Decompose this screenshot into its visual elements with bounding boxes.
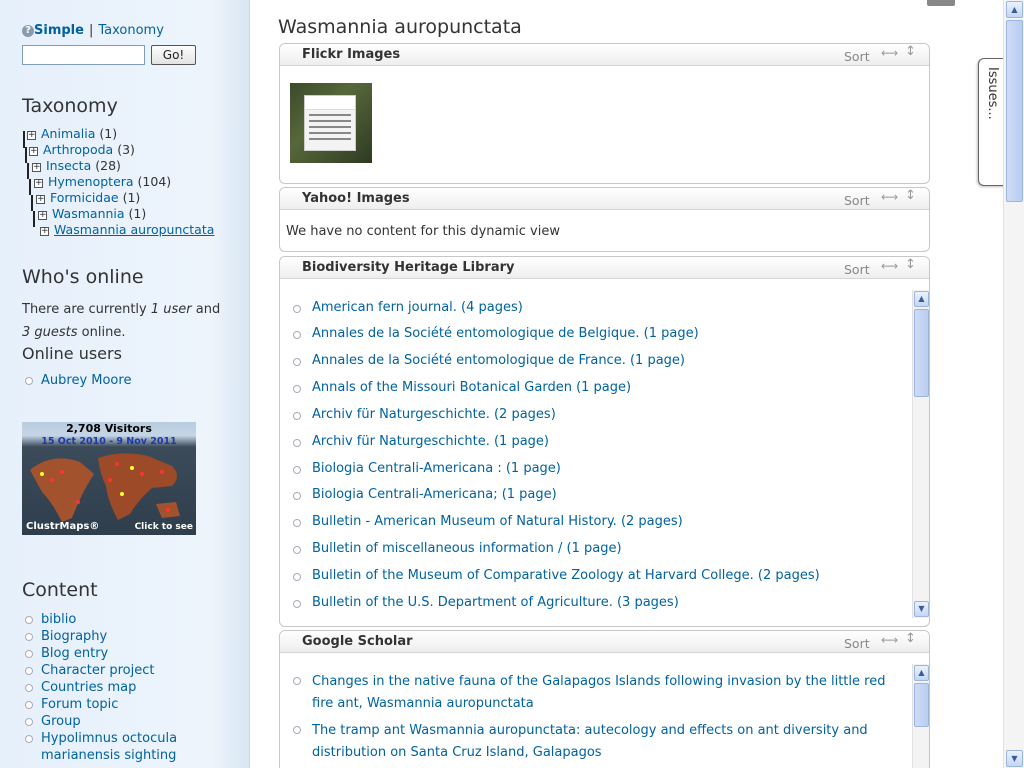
scholar-item[interactable]: Changes in the native fauna of the Galap… [293,671,893,715]
scroll-up-icon[interactable]: ▲ [1006,1,1023,18]
help-icon[interactable]: ? [22,25,34,37]
panel-header[interactable]: Flickr Images Sort ⟷ ↕ [280,44,929,66]
scholar-panel: Google Scholar Sort ⟷ ↕ Changes in the n… [279,630,930,768]
resize-horizontal-icon[interactable]: ⟷ [881,46,898,60]
left-sidebar: ? Simple | Taxonomy Go! Taxonomy + Animalia … [0,0,250,768]
content-item[interactable]: Forum topic [22,696,212,713]
taxonomy-view-link[interactable]: Taxonomy [98,23,164,38]
taxonomy-block-title: Taxonomy [22,95,118,117]
expand-plus-icon[interactable]: + [36,195,45,204]
resize-vertical-icon[interactable]: ↕ [905,44,916,59]
page-title: Wasmannia auropunctata [278,16,522,38]
switcher-separator: | [88,23,94,38]
panel-header[interactable]: Yahoo! Images Sort ⟷ ↕ [280,188,929,210]
taxonomy-item-hymenoptera[interactable]: + Hymenoptera (104) [34,174,171,190]
world-map-icon [30,453,180,522]
resize-vertical-icon[interactable]: ↕ [905,257,916,272]
scholar-scrollbar[interactable]: ▲ [912,664,929,768]
online-users-title: Online users [22,344,122,363]
content-item[interactable]: Countries map [22,679,212,696]
bhl-item[interactable]: American fern journal. (4 pages) [293,300,523,315]
panel-title: Google Scholar [302,634,413,649]
expand-plus-icon[interactable]: + [29,147,38,156]
bhl-item[interactable]: Annals of the Missouri Botanical Garden … [293,380,631,395]
click-to-see-label: Click to see [134,522,193,532]
content-type-list: biblio Biography Blog entry Character pr… [22,611,212,764]
panel-header[interactable]: Biodiversity Heritage Library Sort ⟷ ↕ [280,257,929,279]
resize-horizontal-icon[interactable]: ⟷ [881,190,898,204]
resize-horizontal-icon[interactable]: ⟷ [881,259,898,273]
content-item[interactable]: Biography [22,628,212,645]
content-item[interactable]: Character project [22,662,212,679]
scroll-down-icon[interactable]: ▼ [1006,750,1023,767]
online-user-item[interactable]: Aubrey Moore [22,372,131,389]
sort-link[interactable]: Sort [844,193,870,208]
bhl-item[interactable]: Archiv für Naturgeschichte. (1 page) [293,434,549,449]
content-item[interactable]: Group [22,713,212,730]
expand-plus-icon[interactable]: + [32,163,41,172]
issues-tab[interactable]: Issues... [978,58,1006,186]
resize-horizontal-icon[interactable]: ⟷ [881,633,898,647]
taxonomy-item-insecta[interactable]: + Insecta (28) [32,158,121,174]
taxonomy-item-animalia[interactable]: + Animalia (1) [27,126,117,142]
bhl-panel: Biodiversity Heritage Library Sort ⟷ ↕ A… [279,256,930,627]
bhl-item[interactable]: Biologia Centrali-Americana; (1 page) [293,487,557,502]
bhl-item[interactable]: Bulletin - American Museum of Natural Hi… [293,514,683,529]
content-item[interactable]: Hypolimnus octocula marianensis sighting [22,730,212,764]
bhl-item[interactable]: Annales de la Société entomologique de B… [293,326,699,341]
scroll-down-icon[interactable]: ▼ [914,601,929,617]
bhl-item[interactable]: Bulletin of miscellaneous information / … [293,541,622,556]
panel-title: Flickr Images [302,47,401,62]
empty-message: We have no content for this dynamic view [286,224,560,239]
sort-link[interactable]: Sort [844,262,870,277]
content-item[interactable]: biblio [22,611,212,628]
taxonomy-item-wasmannia-auropunctata[interactable]: + Wasmannia auropunctata [40,222,214,238]
panel-title: Biodiversity Heritage Library [302,260,515,275]
sort-link[interactable]: Sort [844,636,870,651]
scroll-up-icon[interactable]: ▲ [914,665,929,681]
bhl-scrollbar[interactable]: ▲ ▼ [912,290,929,618]
online-users-list: Aubrey Moore [22,372,131,389]
go-button[interactable]: Go! [151,45,196,65]
scroll-thumb[interactable] [914,309,929,397]
simple-view-link[interactable]: Simple [34,23,84,38]
yahoo-panel: Yahoo! Images Sort ⟷ ↕ We have no conten… [279,187,930,252]
clustrmaps-widget[interactable]: 2,708 Visitors 15 Oct 2010 - 9 Nov 2011 … [22,422,196,535]
page-scrollbar[interactable]: ▲ ▼ [1003,0,1024,768]
taxonomy-item-arthropoda[interactable]: + Arthropoda (3) [29,142,135,158]
online-summary: There are currently 1 user and 3 guests … [22,302,221,340]
content-block-title: Content [22,579,98,601]
expand-plus-icon[interactable]: + [27,131,36,140]
view-switcher: ? Simple | Taxonomy [22,23,164,38]
expand-plus-icon[interactable]: + [38,211,47,220]
content-item[interactable]: Blog entry [22,645,212,662]
expand-plus-icon[interactable]: + [34,179,43,188]
resize-vertical-icon[interactable]: ↕ [905,631,916,646]
top-handle [927,0,955,6]
bhl-item[interactable]: Annales de la Société entomologique de F… [293,353,685,368]
panel-header[interactable]: Google Scholar Sort ⟷ ↕ [280,631,929,653]
scroll-thumb[interactable] [1006,20,1023,202]
scroll-thumb[interactable] [914,683,929,727]
resize-vertical-icon[interactable]: ↕ [905,188,916,203]
clustrmaps-logo: ClustrMaps® [26,521,100,532]
flickr-panel: Flickr Images Sort ⟷ ↕ [279,43,930,184]
bhl-item[interactable]: Bulletin of the U.S. Department of Agric… [293,595,679,610]
main-content: Wasmannia auropunctata Flickr Images Sor… [251,0,985,768]
sort-link[interactable]: Sort [844,49,870,64]
whos-online-title: Who's online [22,266,144,288]
scroll-up-icon[interactable]: ▲ [914,291,929,307]
bhl-item[interactable]: Biologia Centrali-Americana : (1 page) [293,461,561,476]
flickr-thumbnail[interactable] [290,83,372,163]
panel-title: Yahoo! Images [302,191,410,206]
bhl-item[interactable]: Bulletin of the Museum of Comparative Zo… [293,568,820,583]
scholar-item[interactable]: The tramp ant Wasmannia auropunctata: au… [293,720,893,764]
bhl-item[interactable]: Archiv für Naturgeschichte. (2 pages) [293,407,556,422]
search-input[interactable] [22,45,145,65]
taxonomy-item-formicidae[interactable]: + Formicidae (1) [36,190,140,206]
taxonomy-item-wasmannia[interactable]: + Wasmannia (1) [38,206,146,222]
expand-plus-icon[interactable]: + [40,227,49,236]
